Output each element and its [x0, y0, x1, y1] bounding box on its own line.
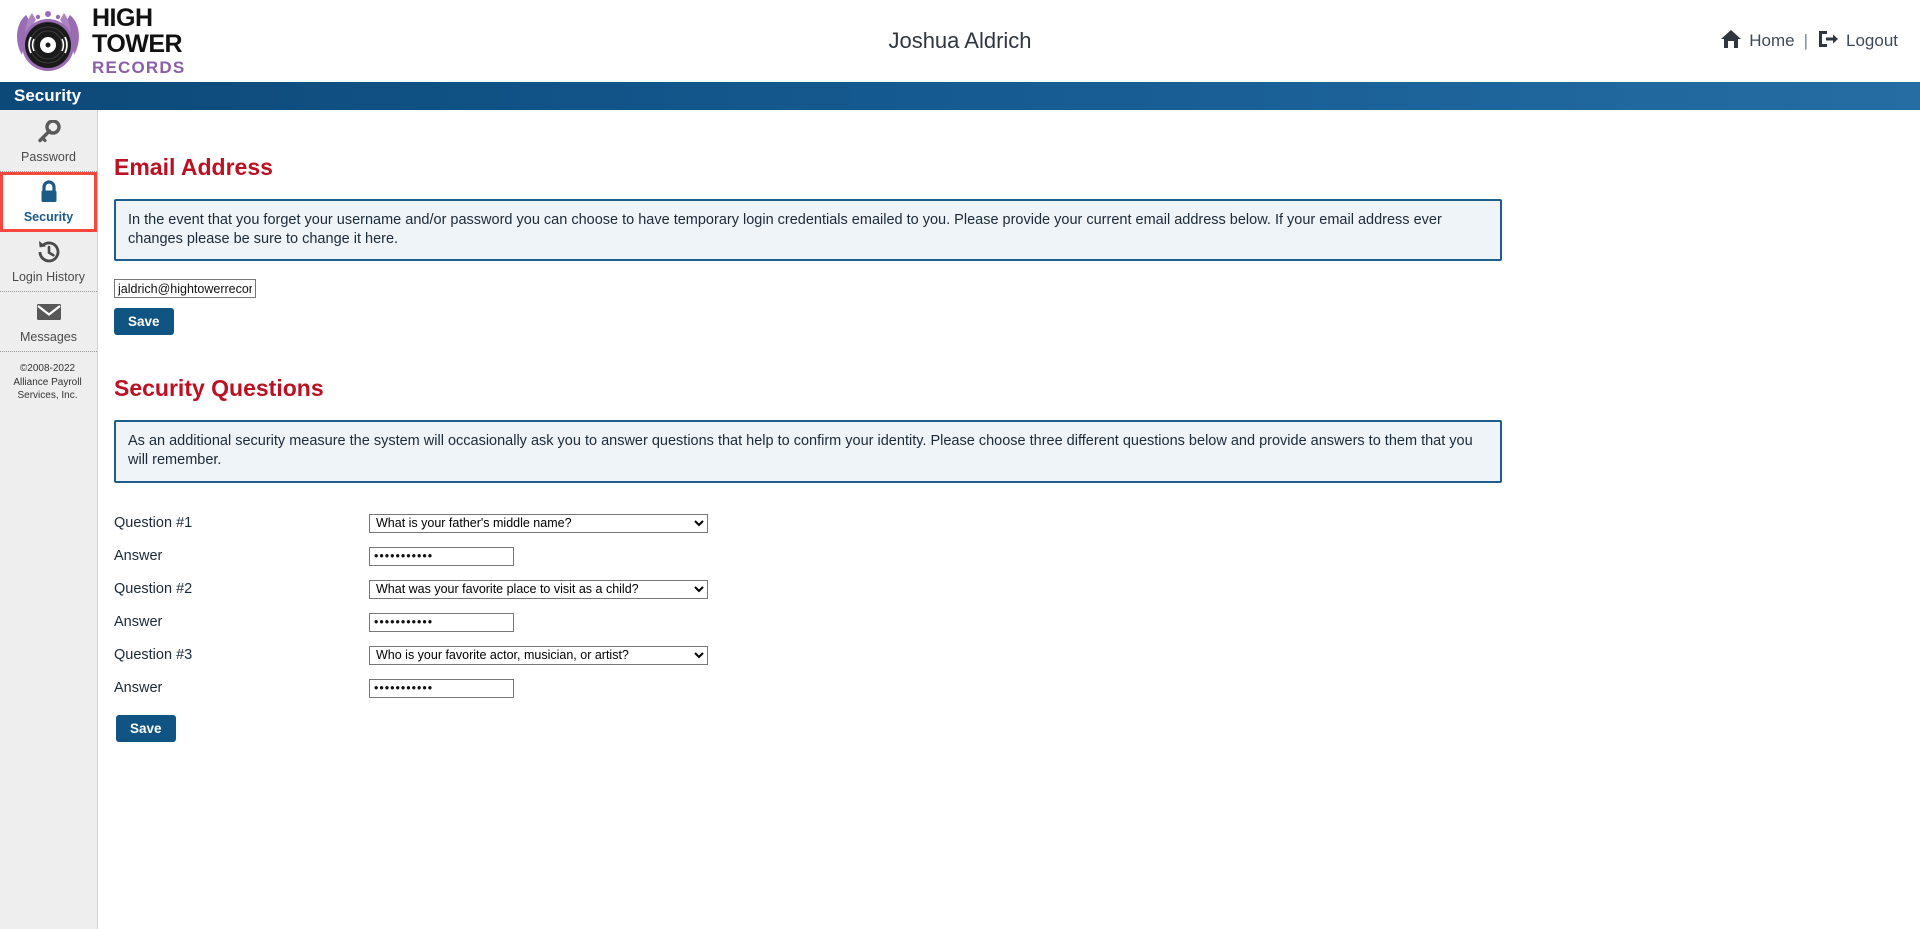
- question-label: Question #1: [114, 515, 193, 531]
- logo-line-2: TOWER: [92, 30, 183, 58]
- answer-label: Answer: [114, 680, 163, 696]
- logout-link[interactable]: Logout: [1817, 29, 1898, 54]
- envelope-icon: [35, 299, 63, 325]
- answer-label: Answer: [114, 614, 163, 630]
- answer-row: Answer: [114, 672, 1890, 705]
- lock-icon: [37, 179, 61, 205]
- page-title-bar: Security: [0, 82, 1920, 110]
- sidebar-item-login-history[interactable]: Login History: [0, 232, 97, 292]
- email-info-box: In the event that you forget your userna…: [114, 199, 1502, 262]
- question-label: Question #2: [114, 581, 193, 597]
- question-select-2[interactable]: What was your favorite place to visit as…: [369, 579, 708, 599]
- brand-logo[interactable]: HIGH TOWER RECORDS: [0, 6, 185, 76]
- save-questions-button[interactable]: Save: [116, 714, 176, 742]
- home-link[interactable]: Home: [1720, 29, 1795, 54]
- logout-link-label: Logout: [1846, 31, 1898, 50]
- email-address-section: Email Address In the event that you forg…: [114, 154, 1890, 336]
- answer-row: Answer: [114, 606, 1890, 639]
- question-select-3[interactable]: Who is your favorite actor, musician, or…: [369, 645, 708, 665]
- vinyl-record-logo-icon: [12, 7, 84, 75]
- questions-info-box: As an additional security measure the sy…: [114, 420, 1502, 483]
- sidebar-copyright: ©2008-2022 Alliance Payroll Services, In…: [13, 363, 82, 401]
- page-layout: Password Security Login History Messages…: [0, 110, 1920, 929]
- sidebar-item-messages[interactable]: Messages: [0, 292, 97, 352]
- header-links: Home | Logout: [1720, 29, 1898, 54]
- answer-input-2[interactable]: [369, 612, 514, 632]
- page-title: Security: [14, 86, 82, 105]
- top-header: HIGH TOWER RECORDS Joshua Aldrich Home |: [0, 0, 1920, 82]
- sidebar-item-label: Messages: [20, 330, 77, 344]
- main-content: Email Address In the event that you forg…: [98, 110, 1920, 929]
- answer-input-3[interactable]: [369, 678, 514, 698]
- question-row: Question #3 Who is your favorite actor, …: [114, 639, 1890, 672]
- sidebar-item-label: Login History: [12, 270, 85, 284]
- logo-line-1: HIGH: [92, 4, 153, 32]
- security-questions-section: Security Questions As an additional secu…: [114, 375, 1890, 742]
- email-section-heading: Email Address: [114, 154, 273, 180]
- home-icon: [1720, 29, 1742, 54]
- questions-section-heading: Security Questions: [114, 375, 324, 402]
- answer-label: Answer: [114, 548, 163, 564]
- answer-row: Answer: [114, 540, 1890, 573]
- email-input[interactable]: [114, 279, 256, 299]
- brand-logo-text: HIGH TOWER RECORDS: [92, 4, 186, 77]
- sidebar-item-security[interactable]: Security: [0, 172, 97, 232]
- questions-grid: Question #1 What is your father's middle…: [114, 507, 1890, 742]
- sidebar-item-password[interactable]: Password: [0, 112, 97, 172]
- history-icon: [36, 239, 62, 265]
- logout-icon: [1817, 29, 1839, 54]
- save-email-button[interactable]: Save: [114, 308, 174, 336]
- logo-line-3: RECORDS: [92, 58, 186, 77]
- header-separator: |: [1803, 31, 1808, 50]
- question-select-1[interactable]: What is your father's middle name?: [369, 513, 708, 533]
- question-row: Question #2 What was your favorite place…: [114, 573, 1890, 606]
- sidebar-nav: Password Security Login History Messages…: [0, 110, 98, 929]
- sidebar-item-label: Password: [21, 150, 76, 164]
- questions-save-wrap: Save: [114, 714, 1890, 742]
- sidebar-item-label: Security: [23, 210, 74, 224]
- home-link-label: Home: [1749, 31, 1795, 50]
- key-icon: [36, 119, 62, 145]
- answer-input-1[interactable]: [369, 546, 514, 566]
- question-label: Question #3: [114, 647, 193, 663]
- current-user-name: Joshua Aldrich: [888, 28, 1032, 53]
- question-row: Question #1 What is your father's middle…: [114, 507, 1890, 540]
